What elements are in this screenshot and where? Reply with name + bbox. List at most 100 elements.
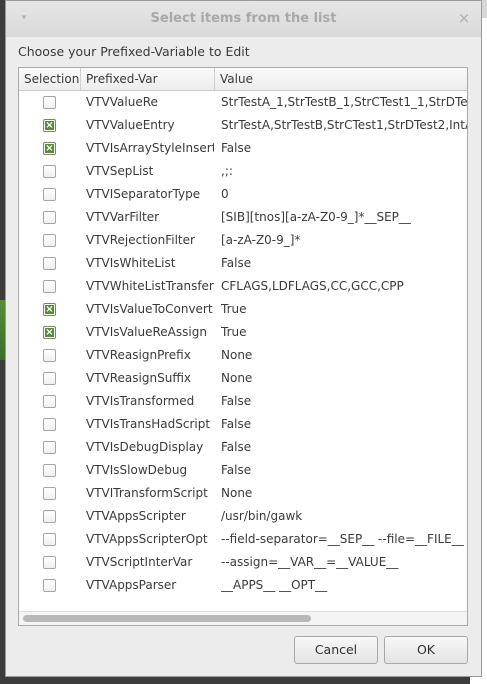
prefixed-var-cell: VTVAppsScripterOpt — [86, 532, 208, 546]
table-row[interactable]: VTVWhiteListTransfert CFLAGS,LDFLAGS,CC,G… — [19, 275, 467, 298]
selection-checkbox[interactable] — [43, 257, 56, 270]
table-row[interactable]: VTVIsSlowDebug False — [19, 459, 467, 482]
selection-checkbox[interactable] — [43, 395, 56, 408]
value-cell: --field-separator=__SEP__ --file=__FILE_… — [221, 532, 467, 546]
prefixed-var-cell: VTVScriptInterVar — [86, 555, 193, 569]
column-header-prefixed-var[interactable]: Prefixed-Var — [81, 68, 215, 90]
dialog-titlebar[interactable]: ▾ Select items from the list × — [6, 1, 481, 37]
table-row[interactable]: VTVReasignPrefix None — [19, 344, 467, 367]
prefixed-var-cell: VTVITransformScript — [86, 486, 208, 500]
prefixed-var-cell: VTVSepList — [86, 164, 154, 178]
value-cell: --assign=__VAR__=__VALUE__ — [221, 555, 399, 569]
close-icon[interactable]: × — [457, 10, 471, 26]
selection-checkbox[interactable] — [43, 556, 56, 569]
table-row[interactable]: VTVRejectionFilter [a-zA-Z0-9_]* — [19, 229, 467, 252]
prefixed-var-cell: VTVIsSlowDebug — [86, 463, 188, 477]
table-row[interactable]: VTVAppsScripterOpt --field-separator=__SE… — [19, 528, 467, 551]
table-row[interactable]: VTVVarFilter [SIB][tnos][a-zA-Z0-9_]*__SE… — [19, 206, 467, 229]
selection-checkbox[interactable] — [43, 165, 56, 178]
items-list[interactable]: Selection Prefixed-Var Value VTVValueRe S… — [18, 67, 468, 626]
prefixed-var-cell: VTVIsValueToConvert — [86, 302, 213, 316]
selection-checkbox[interactable]: × — [43, 119, 56, 132]
selection-checkbox[interactable]: × — [43, 303, 56, 316]
table-row[interactable]: VTVISeparatorType 0 — [19, 183, 467, 206]
prefixed-var-cell: VTVReasignPrefix — [86, 348, 191, 362]
value-cell: [a-zA-Z0-9_]* — [221, 233, 301, 247]
value-cell: None — [221, 486, 253, 500]
table-row[interactable]: VTVReasignSuffix None — [19, 367, 467, 390]
prefixed-var-cell: VTVISeparatorType — [86, 187, 201, 201]
value-cell: None — [221, 371, 253, 385]
table-row[interactable]: × VTVValueEntry StrTestA,StrTestB,StrCTest… — [19, 114, 467, 137]
selection-checkbox[interactable]: × — [43, 142, 56, 155]
table-row[interactable]: × VTVIsValueToConvert True — [19, 298, 467, 321]
table-row[interactable]: VTVIsWhiteList False — [19, 252, 467, 275]
column-header-selection[interactable]: Selection — [19, 68, 81, 90]
selection-checkbox[interactable] — [43, 280, 56, 293]
value-cell: StrTestA_1,StrTestB_1,StrCTest1_1,StrDTe… — [221, 95, 467, 109]
value-cell: None — [221, 348, 253, 362]
selection-checkbox[interactable] — [43, 510, 56, 523]
dialog-title: Select items from the list — [150, 11, 337, 26]
scrollbar-thumb[interactable] — [23, 615, 311, 622]
table-row[interactable]: VTVIsDebugDisplay False — [19, 436, 467, 459]
prefixed-var-cell: VTVReasignSuffix — [86, 371, 192, 385]
list-header: Selection Prefixed-Var Value — [19, 68, 467, 91]
selection-checkbox[interactable] — [43, 188, 56, 201]
value-cell: 0 — [221, 187, 229, 201]
table-row[interactable]: VTVITransformScript None — [19, 482, 467, 505]
value-cell: __APPS__ __OPT__ — [221, 578, 328, 592]
column-header-value[interactable]: Value — [215, 68, 467, 90]
prefixed-var-cell: VTVRejectionFilter — [86, 233, 195, 247]
table-row[interactable]: × VTVIsArrayStyleInsert False — [19, 137, 467, 160]
cancel-button[interactable]: Cancel — [294, 636, 378, 664]
selection-checkbox[interactable] — [43, 533, 56, 546]
selection-checkbox[interactable] — [43, 372, 56, 385]
table-row[interactable]: VTVValueRe StrTestA_1,StrTestB_1,StrCTest… — [19, 91, 467, 114]
value-cell: False — [221, 394, 252, 408]
table-row[interactable]: VTVScriptInterVar --assign=__VAR__=__VALU… — [19, 551, 467, 574]
table-row[interactable]: × VTVIsValueReAssign True — [19, 321, 467, 344]
horizontal-scrollbar[interactable] — [19, 611, 467, 625]
value-cell: True — [221, 302, 247, 316]
value-cell: False — [221, 141, 252, 155]
value-cell: False — [221, 256, 252, 270]
value-cell: ,;: — [221, 164, 233, 178]
dialog-prompt: Choose your Prefixed-Variable to Edit — [18, 44, 250, 59]
value-cell: True — [221, 325, 247, 339]
prefixed-var-cell: VTVIsArrayStyleInsert — [86, 141, 214, 155]
value-cell: StrTestA,StrTestB,StrCTest1,StrDTest2,In… — [221, 118, 467, 132]
prefixed-var-cell: VTVIsValueReAssign — [86, 325, 207, 339]
table-row[interactable]: VTVAppsParser __APPS__ __OPT__ — [19, 574, 467, 597]
prefixed-var-cell: VTVIsTransHadScript — [86, 417, 211, 431]
prefixed-var-cell: VTVIsDebugDisplay — [86, 440, 204, 454]
selection-checkbox[interactable] — [43, 579, 56, 592]
table-row[interactable]: VTVSepList,;: — [19, 160, 467, 183]
value-cell: False — [221, 440, 252, 454]
check-mark-icon: × — [45, 143, 54, 154]
check-mark-icon: × — [45, 304, 54, 315]
selection-checkbox[interactable] — [43, 464, 56, 477]
prefixed-var-cell: VTVIsWhiteList — [86, 256, 176, 270]
selection-checkbox[interactable]: × — [43, 326, 56, 339]
ok-button[interactable]: OK — [384, 636, 468, 664]
selection-checkbox[interactable] — [43, 487, 56, 500]
value-cell: False — [221, 463, 252, 477]
prefixed-var-cell: VTVAppsScripter — [86, 509, 186, 523]
selection-checkbox[interactable] — [43, 211, 56, 224]
prefixed-var-cell: VTVAppsParser — [86, 578, 177, 592]
table-row[interactable]: VTVAppsScripter/usr/bin/gawk — [19, 505, 467, 528]
list-rows: VTVValueRe StrTestA_1,StrTestB_1,StrCTest… — [19, 91, 467, 597]
value-cell: /usr/bin/gawk — [221, 509, 303, 523]
selection-checkbox[interactable] — [43, 349, 56, 362]
selection-checkbox[interactable] — [43, 96, 56, 109]
prefixed-var-cell: VTVVarFilter — [86, 210, 160, 224]
selection-checkbox[interactable] — [43, 234, 56, 247]
selection-checkbox[interactable] — [43, 418, 56, 431]
selection-checkbox[interactable] — [43, 441, 56, 454]
select-items-dialog: ▾ Select items from the list × Choose yo… — [5, 0, 482, 677]
prefixed-var-cell: VTVIsTransformed — [86, 394, 195, 408]
table-row[interactable]: VTVIsTransformed False — [19, 390, 467, 413]
value-cell: CFLAGS,LDFLAGS,CC,GCC,CPP — [221, 279, 404, 293]
table-row[interactable]: VTVIsTransHadScript False — [19, 413, 467, 436]
